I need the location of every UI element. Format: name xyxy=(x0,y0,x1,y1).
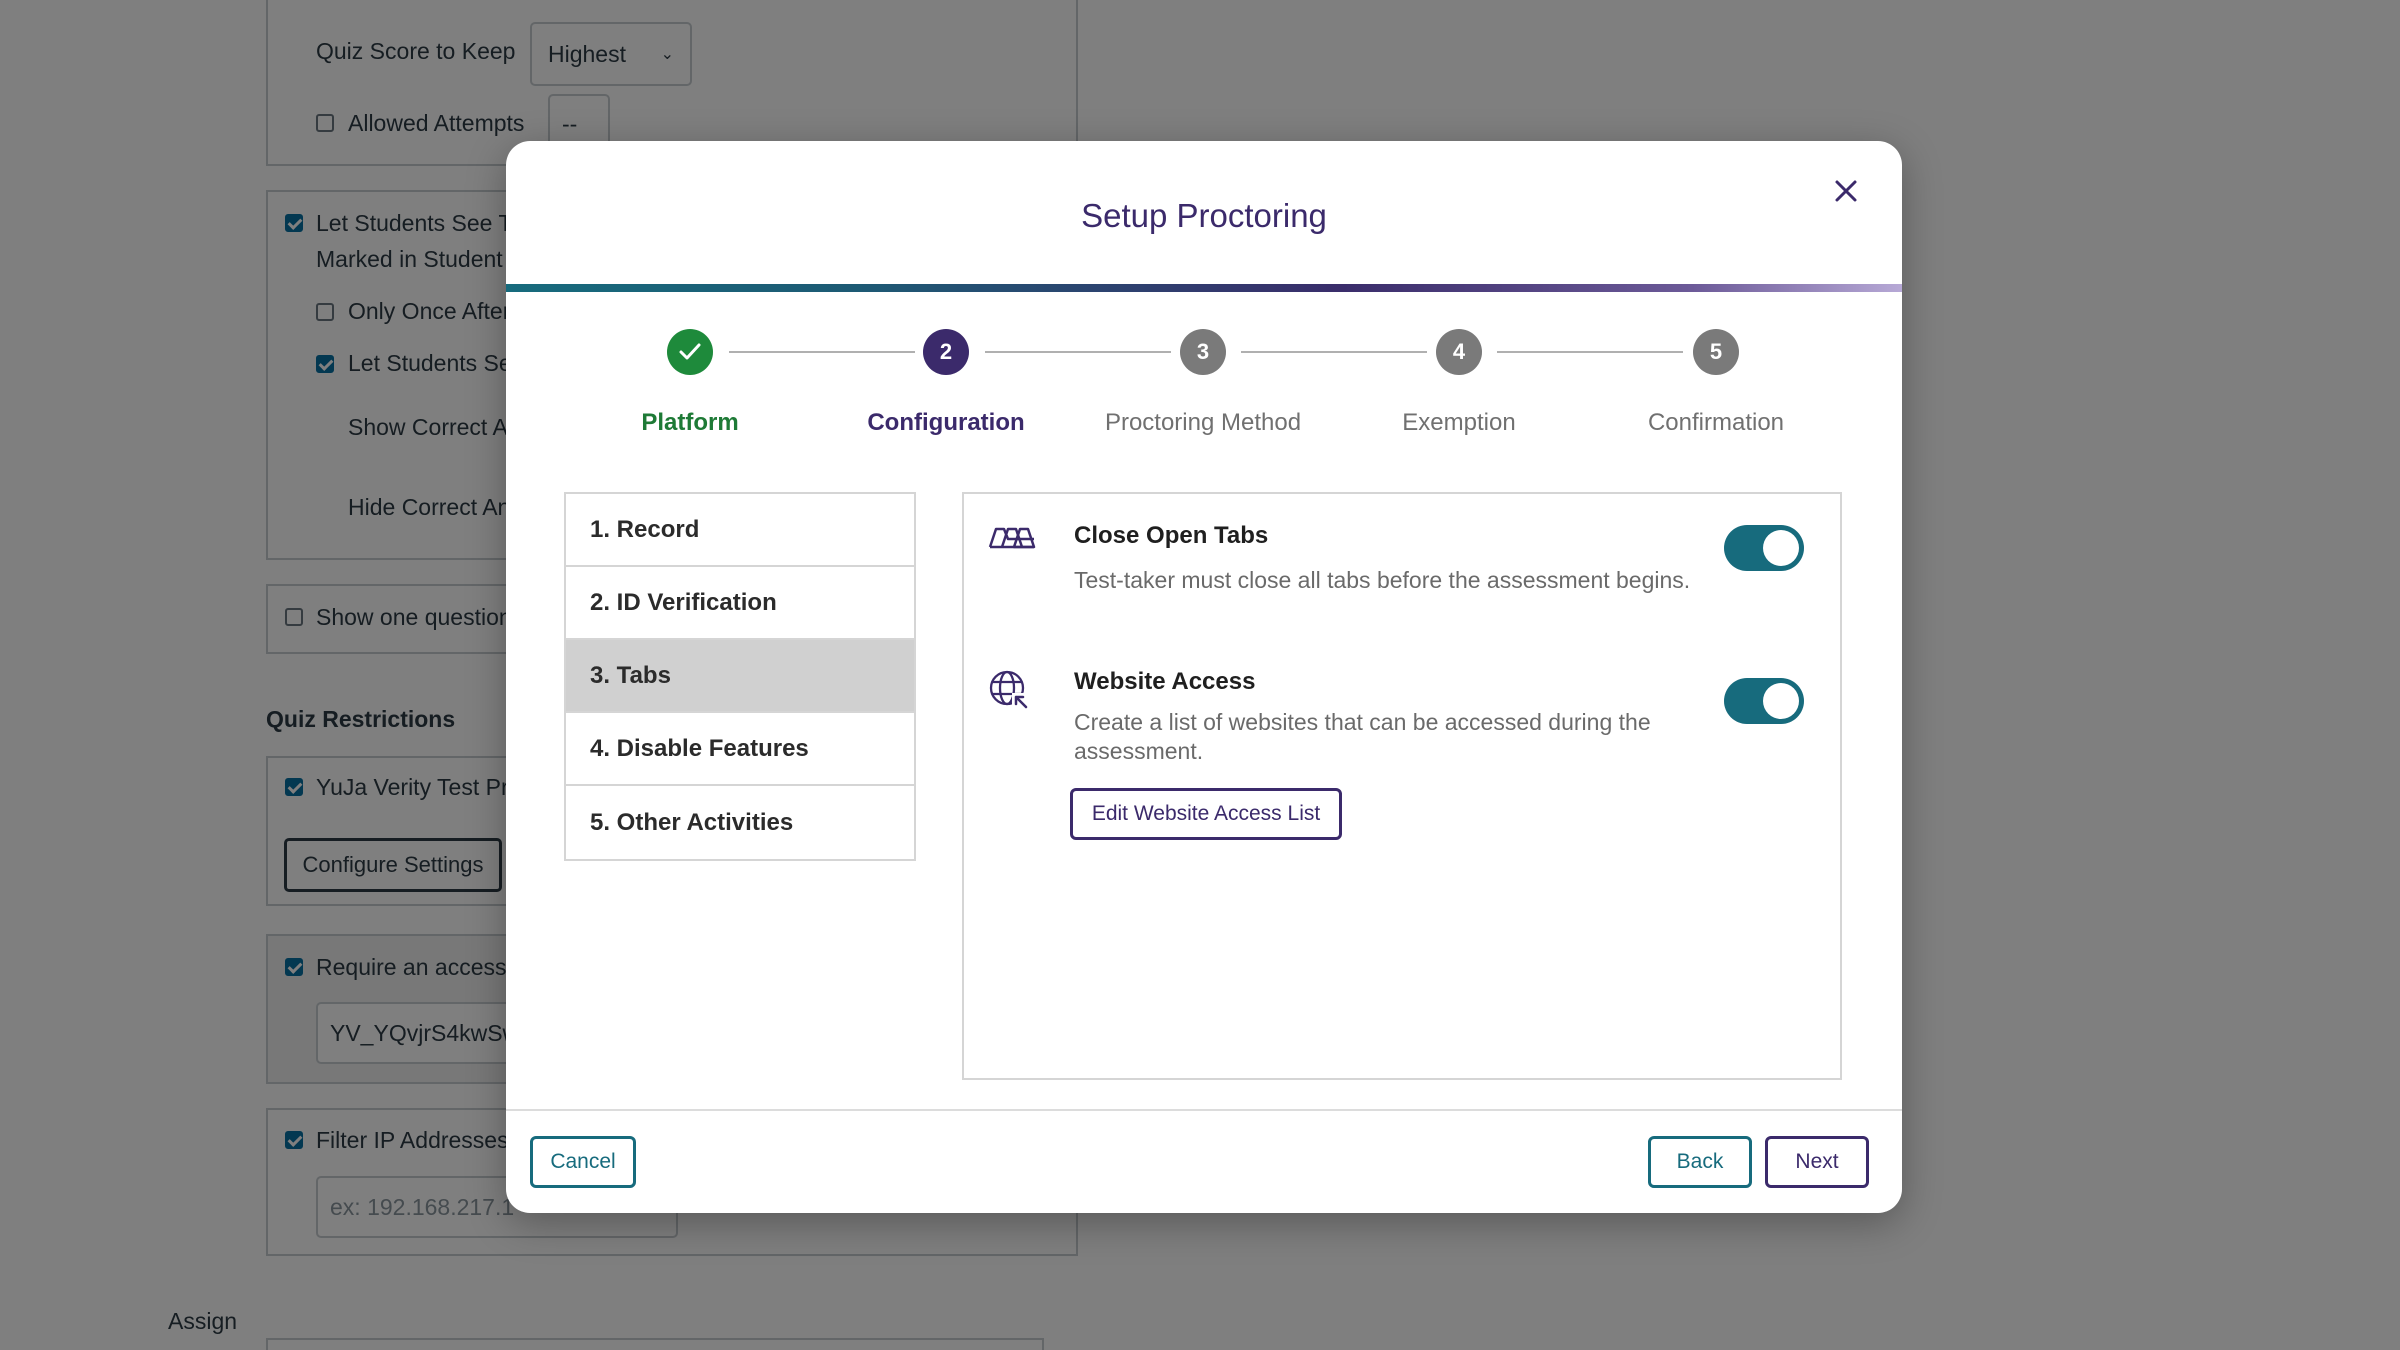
close-button[interactable] xyxy=(1822,167,1870,215)
checkmark-icon xyxy=(667,329,713,375)
nav-item-disable-features[interactable]: 4. Disable Features xyxy=(566,713,914,786)
setting-title: Website Access xyxy=(1074,668,1256,695)
modal-title: Setup Proctoring xyxy=(1081,197,1327,234)
nav-item-tabs[interactable]: 3. Tabs xyxy=(566,640,914,713)
setting-description: Create a list of websites that can be ac… xyxy=(1074,709,1651,764)
tabs-icon xyxy=(988,527,1036,549)
footer-divider xyxy=(506,1109,1902,1111)
close-tabs-toggle[interactable] xyxy=(1724,525,1804,571)
modal-header-gradient xyxy=(506,284,1902,292)
step-proctoring-method[interactable]: 3 Proctoring Method xyxy=(1073,329,1333,437)
step-number: 2 xyxy=(923,329,969,375)
close-open-tabs-setting: Close Open Tabs Test-taker must close al… xyxy=(988,522,1804,602)
step-label: Proctoring Method xyxy=(1104,409,1302,436)
step-number: 3 xyxy=(1180,329,1226,375)
next-button[interactable]: Next xyxy=(1765,1136,1869,1188)
configuration-nav: 1. Record 2. ID Verification 3. Tabs 4. … xyxy=(564,492,916,861)
nav-item-other-activities[interactable]: 5. Other Activities xyxy=(566,786,914,859)
step-label: Platform xyxy=(641,409,739,436)
step-platform[interactable]: Platform xyxy=(560,329,820,437)
back-button[interactable]: Back xyxy=(1648,1136,1752,1188)
setting-description: Test-taker must close all tabs before th… xyxy=(1074,567,1691,593)
step-label: Configuration xyxy=(867,409,1025,436)
edit-website-access-list-button[interactable]: Edit Website Access List xyxy=(1070,788,1342,840)
setting-title: Close Open Tabs xyxy=(1074,522,1269,549)
cancel-button[interactable]: Cancel xyxy=(530,1136,636,1188)
website-access-toggle[interactable] xyxy=(1724,678,1804,724)
close-icon xyxy=(1835,180,1857,202)
step-number: 4 xyxy=(1436,329,1482,375)
globe-icon xyxy=(989,670,1030,711)
tabs-settings-panel: Close Open Tabs Test-taker must close al… xyxy=(962,492,1842,1080)
progress-stepper: Platform 2 Configuration 3 Proctoring Me… xyxy=(506,329,1902,449)
setup-proctoring-modal: Setup Proctoring Platform 2 Configuratio… xyxy=(506,141,1902,1213)
website-access-setting: Website Access Create a list of websites… xyxy=(988,668,1804,868)
step-confirmation[interactable]: 5 Confirmation xyxy=(1586,329,1846,437)
step-label: Exemption xyxy=(1402,409,1516,436)
step-label: Confirmation xyxy=(1647,409,1785,436)
step-configuration[interactable]: 2 Configuration xyxy=(816,329,1076,437)
step-number: 5 xyxy=(1693,329,1739,375)
step-exemption[interactable]: 4 Exemption xyxy=(1329,329,1589,437)
nav-item-record[interactable]: 1. Record xyxy=(566,494,914,567)
nav-item-id-verification[interactable]: 2. ID Verification xyxy=(566,567,914,640)
